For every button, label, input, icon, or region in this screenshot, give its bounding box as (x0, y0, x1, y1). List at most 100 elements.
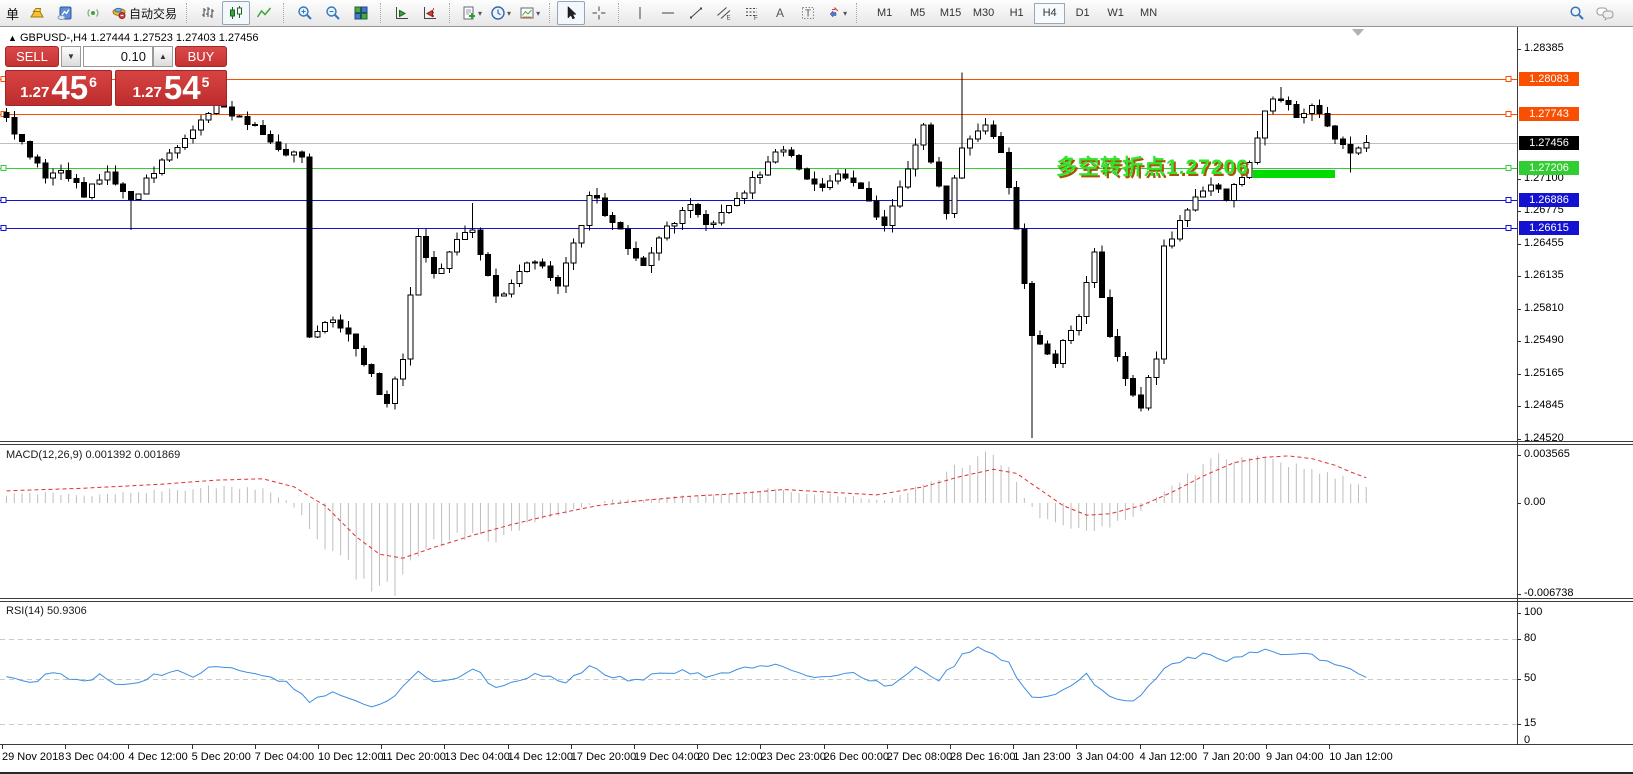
vertical-line-icon (632, 5, 648, 21)
line-chart-type-button[interactable] (250, 1, 278, 25)
horizontal-line-tool-button[interactable] (654, 1, 682, 25)
market-report-button[interactable] (51, 1, 79, 25)
zoom-out-button[interactable] (319, 1, 347, 25)
price-axis-tick (1517, 309, 1521, 310)
volume-input[interactable]: 0.10 (83, 46, 153, 67)
periods-button[interactable]: ▾ (486, 1, 515, 25)
time-axis-label: 26 Dec 00:00 (824, 751, 889, 763)
search-button[interactable] (1563, 1, 1591, 25)
timeframe-button-m15[interactable]: M15 (935, 3, 966, 24)
price-level-badge: 1.26886 (1519, 193, 1579, 207)
time-axis-label: 23 Dec 23:00 (760, 751, 825, 763)
price-level-badge: 1.27743 (1519, 107, 1579, 121)
sell-price-panel[interactable]: 1.27 45 6 (5, 70, 112, 106)
svg-text:F: F (754, 16, 758, 21)
orders-label[interactable]: 单 (6, 4, 19, 23)
chart-shift-marker-icon[interactable] (1352, 29, 1364, 36)
sell-price-big: 45 (51, 71, 88, 104)
timeframe-button-m30[interactable]: M30 (968, 3, 999, 24)
timeframe-button-m5[interactable]: M5 (902, 3, 933, 24)
macd-axis-tick (1517, 503, 1521, 504)
sell-price-sup: 6 (89, 74, 97, 90)
buy-price-sup: 5 (202, 74, 210, 90)
toolbar-separator (856, 3, 859, 23)
time-axis-label: 19 Dec 04:00 (634, 751, 699, 763)
new-order-button[interactable]: ▾ (457, 1, 486, 25)
candlestick-chart-type-button[interactable] (222, 1, 250, 25)
price-axis-tick-label: 1.24520 (1524, 432, 1564, 444)
rsi-axis-tick (1517, 744, 1521, 745)
svg-text:T: T (805, 9, 811, 20)
timeframe-button-h4[interactable]: H4 (1034, 3, 1065, 24)
trendline-tool-button[interactable] (682, 1, 710, 25)
time-axis-tick (634, 744, 635, 749)
chat-bubbles-icon (1596, 5, 1614, 21)
template-chart-icon (519, 5, 535, 21)
buy-button[interactable]: BUY (175, 46, 227, 67)
price-axis-tick (1517, 211, 1521, 212)
price-axis-tick-label: 1.24845 (1524, 399, 1564, 411)
toolbar-right-group (1563, 1, 1619, 25)
buy-price-big: 54 (164, 71, 201, 104)
auto-scroll-button[interactable] (388, 1, 416, 25)
signal-button[interactable] (79, 1, 107, 25)
rsi-axis-tick (1517, 679, 1521, 680)
crosshair-button[interactable] (585, 1, 613, 25)
rsi-axis-label: 15 (1524, 717, 1536, 729)
timeframe-button-m1[interactable]: M1 (869, 3, 900, 24)
rsi-axis-label: 80 (1524, 632, 1536, 644)
cursor-button[interactable] (557, 1, 585, 25)
templates-button[interactable]: ▾ (515, 1, 544, 25)
chat-button[interactable] (1591, 1, 1619, 25)
collapse-panel-icon[interactable]: ▲ (8, 33, 17, 43)
tile-windows-button[interactable] (347, 1, 375, 25)
time-axis-tick (571, 744, 572, 749)
rsi-indicator-chart[interactable] (0, 602, 1517, 744)
time-axis-label: 14 Dec 12:00 (508, 751, 573, 763)
crosshair-icon (591, 5, 607, 21)
fibonacci-tool-button[interactable]: F (738, 1, 766, 25)
arrows-tool-button[interactable]: ▾ (822, 1, 851, 25)
current-price-badge: 1.27456 (1519, 136, 1579, 150)
autotrading-button[interactable]: 自动交易 (107, 1, 181, 25)
zoom-in-button[interactable] (291, 1, 319, 25)
price-level-badge: 1.27206 (1519, 161, 1579, 175)
svg-text:E: E (727, 16, 731, 22)
time-axis-label: 13 Dec 04:00 (444, 751, 509, 763)
volume-decrease-button[interactable]: ▼ (61, 46, 81, 67)
timeframe-button-h1[interactable]: H1 (1001, 3, 1032, 24)
report-window-icon (57, 5, 73, 21)
time-axis-label: 10 Dec 12:00 (318, 751, 383, 763)
bar-chart-type-button[interactable] (194, 1, 222, 25)
macd-axis-tick (1517, 455, 1521, 456)
horizontal-line-icon (660, 5, 676, 21)
time-axis-label: 7 Dec 04:00 (255, 751, 314, 763)
time-axis-tick (318, 744, 319, 749)
sell-button[interactable]: SELL (5, 46, 59, 67)
text-tool-button[interactable]: A (766, 1, 794, 25)
buy-price-panel[interactable]: 1.27 54 5 (115, 70, 227, 106)
timeframe-button-mn[interactable]: MN (1133, 3, 1164, 24)
autotrading-label: 自动交易 (129, 5, 177, 22)
panel-separator[interactable] (0, 441, 1633, 445)
macd-indicator-chart[interactable] (0, 445, 1517, 597)
new-order-gold-icon-button[interactable] (23, 1, 51, 25)
cursor-icon (563, 5, 579, 21)
vertical-line-tool-button[interactable] (626, 1, 654, 25)
time-axis-label: 1 Jan 23:00 (1013, 751, 1071, 763)
time-axis-tick (508, 744, 509, 749)
timeframe-button-d1[interactable]: D1 (1067, 3, 1098, 24)
main-price-chart[interactable] (0, 28, 1517, 441)
volume-increase-button[interactable]: ▲ (153, 46, 173, 67)
chart-shift-button[interactable] (416, 1, 444, 25)
bar-chart-icon (200, 5, 216, 21)
label-tool-button[interactable]: T (794, 1, 822, 25)
timeframe-button-w1[interactable]: W1 (1100, 3, 1131, 24)
rsi-axis-tick (1517, 613, 1521, 614)
channel-tool-button[interactable]: E (710, 1, 738, 25)
panel-separator[interactable] (0, 598, 1633, 602)
price-axis-line (1517, 27, 1518, 744)
time-axis-tick (950, 744, 951, 749)
rsi-axis-label: 0 (1524, 734, 1530, 746)
toolbar-separator (618, 3, 621, 23)
